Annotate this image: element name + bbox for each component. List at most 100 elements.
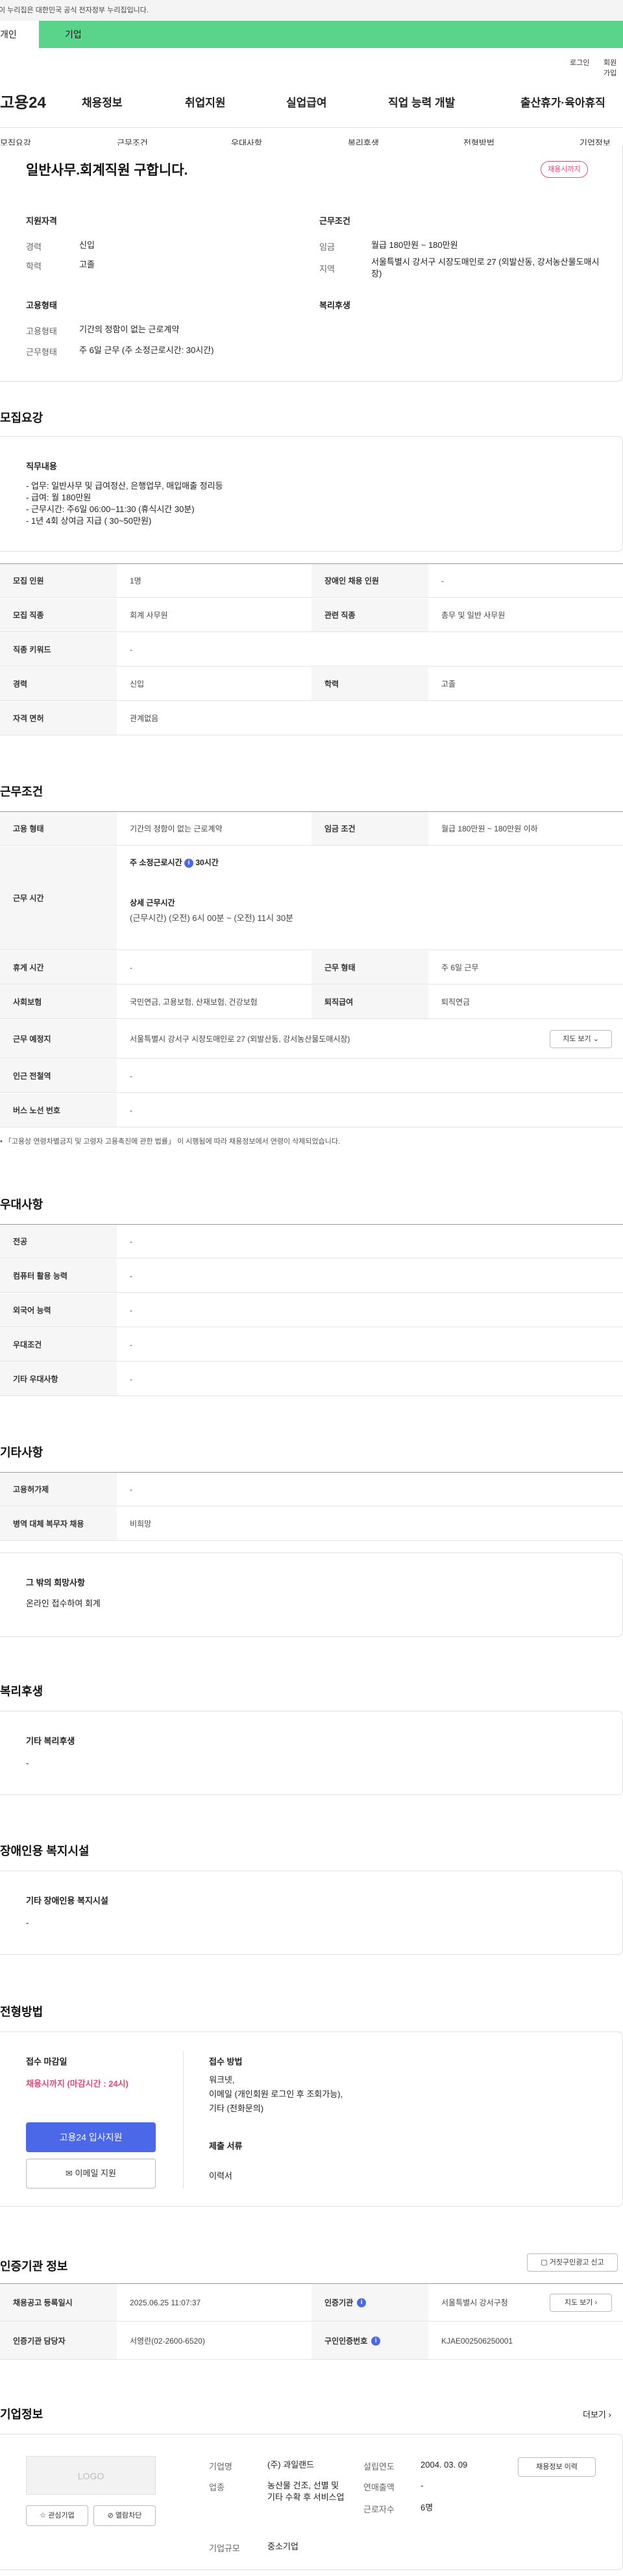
company-value-revenue: -: [421, 2481, 424, 2490]
th-pref-cond: 우대조건: [0, 1328, 117, 1361]
info-icon[interactable]: i: [357, 2298, 367, 2307]
tab-individual[interactable]: 개인: [0, 21, 39, 48]
th-cert-number-label: 구인인증번호: [324, 2337, 368, 2346]
report-ad-button[interactable]: ▢ 거짓구인광고 신고: [527, 2253, 618, 2272]
th-job-type: 모집 직종: [0, 598, 117, 632]
duty-line-2: - 급여: 월 180만원: [26, 493, 92, 502]
td-license: 관계없음: [130, 714, 159, 723]
td-disabled-count: -: [441, 576, 444, 585]
company-value-name: (주) 과일랜드: [267, 2460, 315, 2470]
table-row: 경력 신입 학력 고졸: [0, 667, 623, 701]
company-label-size: 기업규모: [209, 2544, 240, 2553]
table-row: 직종 키워드 -: [0, 633, 623, 667]
gnb-employment-support[interactable]: 취업지원: [185, 93, 226, 110]
company-value-founded: 2004. 03. 09: [421, 2460, 468, 2470]
td-work-form: 주 6일 근무: [441, 963, 479, 972]
docs-value: 이력서: [209, 2171, 232, 2181]
td-major: -: [130, 1236, 132, 1246]
td-recruit-count: 1명: [130, 576, 141, 585]
th-location: 근무 예정지: [0, 1020, 117, 1058]
table-row: 외국어 능력 -: [0, 1294, 623, 1327]
td-insurance: 국민연금, 고용보험, 산재보험, 건강보험: [130, 998, 258, 1007]
th-bus: 버스 노선 번호: [0, 1094, 117, 1127]
join-link[interactable]: 회원가입: [604, 57, 623, 78]
company-label-revenue: 연매출액: [363, 2483, 395, 2492]
th-retirement: 퇴직급여: [312, 985, 428, 1018]
company-more-link[interactable]: 더보기 ›: [583, 2408, 611, 2420]
th-major: 전공: [0, 1225, 117, 1258]
company-value-size: 중소기업: [267, 2542, 299, 2551]
job-history-button[interactable]: 채용정보 이력: [518, 2457, 596, 2477]
th-reg-date: 채용공고 등록일시: [0, 2284, 117, 2321]
td-education: 고졸: [441, 680, 456, 689]
gnb-unemployment-benefit[interactable]: 실업급여: [286, 93, 327, 110]
block-view-label: 열람차단: [115, 2512, 142, 2520]
method-line-1: 워크넷,: [209, 2075, 235, 2085]
td-bus: -: [130, 1105, 132, 1115]
info-icon[interactable]: i: [371, 2336, 381, 2346]
company-label-name: 기업명: [209, 2462, 232, 2472]
table-row: 모집 인원 1명 장애인 채용 인원 -: [0, 564, 623, 598]
disabled-card: [0, 1871, 623, 1955]
method-line-2: 이메일 (개인회원 로그인 후 조회가능),: [209, 2089, 343, 2099]
td-related-job: 총무 및 일반 사무원: [441, 611, 506, 620]
deadline-title: 접수 마감일: [26, 2057, 67, 2067]
work-time-hours: 30시간: [195, 858, 219, 867]
site-logo[interactable]: 고용24: [0, 90, 46, 112]
age-notice-text: 「고용상 연령차별금지 및 고령자 고용촉진에 관한 법률」 이 시행됨에 따라…: [4, 1138, 341, 1146]
th-permit: 고용허가제: [0, 1473, 117, 1506]
login-link[interactable]: 로그인: [570, 57, 589, 67]
duty-title: 직무내용: [26, 461, 57, 471]
cond-label-wage: 임금: [319, 242, 335, 252]
block-view-button[interactable]: ⊘ 열람차단: [93, 2505, 156, 2526]
favorite-company-button[interactable]: ☆ 관심기업: [26, 2505, 88, 2526]
apply-button[interactable]: 고용24 입사지원: [26, 2122, 156, 2152]
map-view-button[interactable]: 지도 보기 ⌄: [550, 1030, 612, 1048]
docs-title: 제출 서류: [209, 2141, 243, 2151]
emp-value-form: 주 6일 근무 (주 소정근로시간: 30시간): [79, 345, 214, 355]
cert-map-button[interactable]: 지도 보기 ›: [550, 2294, 612, 2312]
td-military: 비희망: [130, 1519, 152, 1528]
emp-title: 고용형태: [26, 301, 57, 310]
welfare-title: 복리후생: [319, 301, 350, 310]
chevron-right-icon: ›: [608, 2410, 611, 2420]
td-wage: 월급 180만원 ~ 180만원 이하: [441, 824, 538, 833]
gnb-skill-development[interactable]: 직업 능력 개발: [388, 93, 455, 110]
wish-title: 그 밖의 희망사항: [26, 1578, 85, 1588]
work-time-main-label: 주 소정근로시간: [130, 858, 182, 867]
table-row: 우대조건 -: [0, 1328, 623, 1362]
td-pref-cond: -: [130, 1340, 132, 1349]
td-reg-date: 2025.06.25 11:07:37: [130, 2298, 201, 2307]
other-heading: 기타사항: [0, 1446, 43, 1459]
table-row: 인근 전철역 -: [0, 1059, 623, 1093]
welfare-box-title: 기타 복리후생: [26, 1736, 75, 1746]
tab-corporate[interactable]: 기업: [65, 21, 82, 48]
work-time-detail: (근무시간) (오전) 6시 00분 ~ (오전) 11시 30분: [130, 913, 294, 923]
td-permit: -: [130, 1484, 132, 1494]
gnb-parental-leave[interactable]: 출산휴가·육아휴직: [520, 93, 605, 110]
table-row: 컴퓨터 활용 능력 -: [0, 1259, 623, 1293]
td-computer: -: [130, 1271, 132, 1281]
star-icon: ☆: [40, 2512, 47, 2520]
info-icon[interactable]: i: [184, 858, 193, 868]
table-row: 고용허가제 -: [0, 1473, 623, 1506]
report-ad-label: 거짓구인광고 신고: [549, 2259, 604, 2266]
pref-heading: 우대사항: [0, 1198, 43, 1211]
email-apply-button[interactable]: ✉ 이메일 지원: [26, 2159, 156, 2189]
cond-value-region: 서울특별시 강서구 시장도매인로 27 (외발산동, 강서농산물도매시장): [371, 257, 600, 278]
disabled-box-text: -: [26, 1918, 29, 1928]
cond-value-wage: 월급 180만원 ~ 180만원: [371, 240, 458, 250]
th-cert-agency-label: 인증기관: [324, 2298, 354, 2307]
deadline-value: 채용시까지 (마감시간 : 24시): [26, 2079, 128, 2089]
th-related-job: 관련 직종: [312, 598, 428, 632]
company-label-founded: 설립연도: [363, 2462, 395, 2472]
td-cert-number: KJAE002506250001: [441, 2336, 513, 2346]
td-job-type: 회계 사무원: [130, 611, 168, 620]
gnb-job-info[interactable]: 채용정보: [82, 93, 123, 110]
qual-title: 지원자격: [26, 216, 57, 226]
th-computer: 컴퓨터 활용 능력: [0, 1259, 117, 1292]
work-heading: 근무조건: [0, 785, 43, 798]
deadline-badge: 채용시까지: [541, 161, 588, 178]
method-title: 접수 방법: [209, 2057, 243, 2067]
th-education: 학력: [312, 667, 428, 700]
